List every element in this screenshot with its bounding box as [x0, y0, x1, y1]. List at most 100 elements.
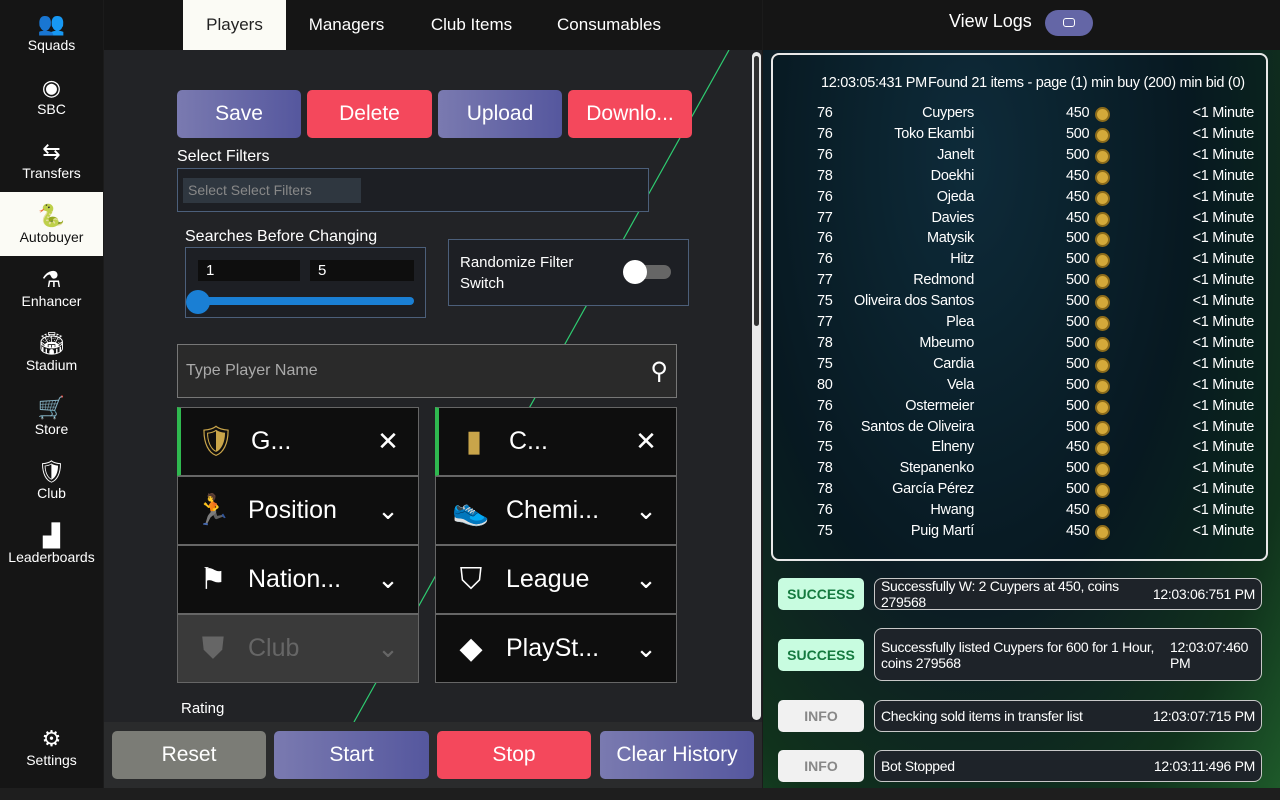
chevron-down-icon[interactable]: ⌄ [616, 564, 676, 595]
player-name: Puig Martí [910, 523, 974, 539]
reset-button[interactable]: Reset [112, 731, 266, 779]
price: 500 [1066, 460, 1090, 477]
club-icon: 🛡 [37, 459, 66, 484]
log-text: Successfully listed Cuypers for 600 for … [881, 638, 1155, 671]
price: 450 [1066, 105, 1090, 121]
close-icon[interactable]: ✕ [358, 426, 418, 457]
player-name-placeholder: Type Player Name [186, 362, 318, 379]
sidebar-item-label: Squads [27, 37, 76, 53]
price: 500 [1066, 230, 1090, 247]
tab-consumables[interactable]: Consumables [544, 0, 674, 50]
tab-club-items[interactable]: Club Items [414, 0, 529, 50]
sidebar-item-label: Autobuyer [19, 229, 84, 245]
price: 450 [1066, 439, 1090, 456]
player-name: Elneny [931, 439, 974, 456]
chevron-down-icon[interactable]: ⌄ [616, 633, 676, 664]
sidebar-item-enhancer[interactable]: ⚗ Enhancer [0, 256, 103, 320]
scrollbar-thumb[interactable] [754, 56, 759, 326]
player-name: Oliveira dos Santos [853, 293, 974, 310]
sidebar-item-sbc[interactable]: ◉ SBC [0, 64, 103, 128]
price: 500 [1066, 355, 1090, 372]
searches-range: 1 5 [185, 247, 426, 318]
chevron-down-icon[interactable]: ⌄ [358, 564, 418, 595]
table-row: 75 Cardia 500 <1 Minute [773, 356, 1270, 377]
download-button[interactable]: Downlo... [568, 90, 692, 138]
leaderboards-icon: ▟ [43, 523, 60, 548]
coin-icon [1095, 336, 1110, 352]
save-button[interactable]: Save [177, 90, 301, 138]
sidebar-item-store[interactable]: 🛒 Store [0, 384, 103, 448]
filter-c[interactable]: ▮ C... ✕ [435, 407, 677, 476]
sidebar-item-stadium[interactable]: 🏟 Stadium [0, 320, 103, 384]
table-row: 77 Davies 450 <1 Minute [773, 210, 1270, 231]
sidebar-item-settings[interactable]: ⚙ Settings [0, 715, 103, 779]
coin-icon [1095, 462, 1110, 478]
coin-icon [1095, 420, 1110, 436]
select-filters-dropdown[interactable]: Select Select Filters [177, 168, 649, 212]
tab-players[interactable]: Players [183, 0, 286, 50]
table-row: 76 Hitz 500 <1 Minute [773, 251, 1270, 272]
coin-icon [1095, 148, 1110, 164]
searches-slider-track[interactable] [198, 297, 414, 305]
searches-min-input[interactable]: 1 [198, 260, 300, 281]
chevron-down-icon[interactable]: ⌄ [358, 633, 418, 664]
price: 450 [1066, 209, 1090, 226]
stadium-icon: 🏟 [37, 331, 66, 356]
squads-icon: 👥 [37, 11, 66, 36]
chevron-down-icon[interactable]: ⌄ [616, 495, 676, 526]
filter-club[interactable]: ⛊ Club ⌄ [177, 614, 419, 683]
time-remaining: <1 Minute [1192, 355, 1255, 372]
sidebar-item-transfers[interactable]: ⇆ Transfers [0, 128, 103, 192]
filter-label: C... [509, 427, 548, 455]
chevron-down-icon[interactable]: ⌄ [358, 495, 418, 526]
clear-history-button[interactable]: Clear History [600, 731, 754, 779]
price: 450 [1066, 523, 1090, 539]
filter-league[interactable]: ⛉ League ⌄ [435, 545, 677, 614]
searches-max-input[interactable]: 5 [310, 260, 414, 281]
rating-label: Rating [181, 700, 225, 717]
sidebar-item-autobuyer[interactable]: 🐍 Autobuyer [0, 192, 103, 256]
coin-icon [1095, 274, 1110, 290]
rating: 76 [817, 397, 833, 414]
player-name: Cuypers [922, 105, 974, 121]
filter-label: Position [248, 496, 337, 524]
player-name: Santos de Oliveira [860, 418, 974, 435]
stop-button[interactable]: Stop [437, 731, 591, 779]
player-name: Cardia [933, 355, 974, 372]
player-name-input[interactable]: Type Player Name ⚲ [177, 344, 677, 398]
player-name: Janelt [937, 146, 974, 163]
filter-playst[interactable]: ◆ PlaySt... ⌄ [435, 614, 677, 683]
coin-icon [1095, 211, 1110, 227]
rating: 75 [817, 523, 833, 539]
search-icon[interactable]: ⚲ [650, 357, 668, 386]
player-name: Hitz [950, 251, 974, 268]
price: 500 [1066, 418, 1090, 435]
log-timestamp: 12:03:07:460 PM [1170, 638, 1249, 671]
time-remaining: <1 Minute [1192, 105, 1255, 121]
sidebar-item-club[interactable]: 🛡 Club [0, 448, 103, 512]
price: 500 [1066, 376, 1090, 393]
randomize-toggle-knob[interactable] [623, 260, 647, 284]
close-icon[interactable]: ✕ [616, 426, 676, 457]
upload-button[interactable]: Upload [438, 90, 562, 138]
sidebar-item-squads[interactable]: 👥 Squads [0, 0, 103, 64]
filter-position[interactable]: 🏃 Position ⌄ [177, 476, 419, 545]
scrollbar[interactable] [752, 52, 761, 720]
price: 500 [1066, 314, 1090, 330]
table-row: 76 Janelt 500 <1 Minute [773, 147, 1270, 168]
filter-nation[interactable]: ⚑ Nation... ⌄ [177, 545, 419, 614]
filter-g[interactable]: 🛡 G... ✕ [177, 407, 419, 476]
coin-icon [1095, 378, 1110, 394]
searches-slider-handle[interactable] [186, 290, 210, 314]
delete-button[interactable]: Delete [307, 90, 432, 138]
start-button[interactable]: Start [274, 731, 429, 779]
player-name: Toko Ekambi [894, 125, 974, 142]
table-row: 76 Santos de Oliveira 500 <1 Minute [773, 419, 1270, 440]
price: 500 [1066, 146, 1090, 163]
filter-chemi[interactable]: 👟 Chemi... ⌄ [435, 476, 677, 545]
tab-managers[interactable]: Managers [294, 0, 399, 50]
sidebar-item-leaderboards[interactable]: ▟ Leaderboards [0, 512, 103, 576]
sidebar-item-label: Leaderboards [8, 549, 95, 565]
view-logs-toggle[interactable] [1045, 10, 1093, 36]
coin-icon [1095, 316, 1110, 331]
